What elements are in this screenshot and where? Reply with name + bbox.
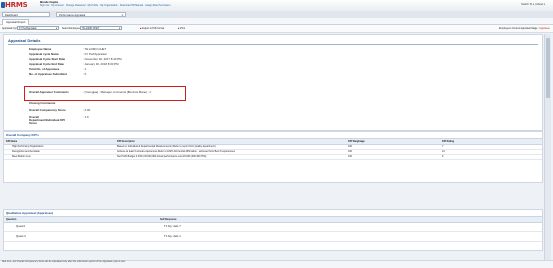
qualitative-appraisal-section: Qualitative Appraisal (Appraisee) Questi… bbox=[3, 209, 543, 251]
sub-tabbar: Appraisal Report bbox=[0, 18, 553, 25]
current-stage-text: Employee's Current Appraisal Stage : App… bbox=[499, 27, 550, 31]
tab-dashboard[interactable]: Dashboard bbox=[2, 12, 50, 17]
employee-select-value: TE AUMO CHET bbox=[82, 28, 100, 31]
detail-value: : 1 bbox=[83, 67, 87, 71]
table-cell: TJ Aty: dels 7 bbox=[164, 224, 181, 228]
page-title: Appraisal Details bbox=[8, 38, 41, 43]
account-links[interactable]: Sign Out · My Account · Change Password … bbox=[40, 4, 170, 7]
table-row: Meet Bottom Line Net Profit Budget 2 30%… bbox=[4, 154, 542, 160]
section-title: Qualitative Appraisal (Appraisee) bbox=[6, 211, 54, 215]
scrollbar-thumb[interactable] bbox=[546, 38, 550, 98]
tab-appraisal-report[interactable]: Appraisal Report bbox=[2, 18, 30, 25]
kpi-table-section: Overall Company KPI's KPI Name KPI Descr… bbox=[3, 131, 543, 183]
employee-select[interactable]: TE AUMO CHET ▾ bbox=[80, 26, 122, 31]
detail-value: : November 20, 2017 8:30 PM bbox=[83, 57, 122, 61]
detail-label: Total No. of Appraisee bbox=[29, 67, 60, 71]
detail-label: Appraisal cycle Name bbox=[29, 52, 59, 56]
tab-label: Performance Appraisal bbox=[59, 14, 86, 17]
employee-label: Select Employee bbox=[62, 26, 80, 30]
table-cell: Quest1 bbox=[16, 224, 26, 228]
detail-value: : TE AUMO CHET bbox=[83, 47, 107, 51]
cycle-select-value: FY PerfAppraisal bbox=[19, 28, 37, 31]
top-right-menu[interactable]: Switch To ▾ | About ▾ bbox=[521, 3, 545, 6]
app-logo: HRMS bbox=[5, 1, 28, 9]
highlight-box bbox=[24, 86, 186, 101]
detail-value: : FY PerfAppraisal bbox=[83, 52, 107, 56]
table-row: Quest1 TJ Aty: dels 7 bbox=[4, 222, 542, 232]
detail-label: Appraisal Cycle Start Date bbox=[29, 57, 66, 61]
detail-label: Closing Comments bbox=[29, 101, 56, 105]
detail-value: : 0.00 bbox=[83, 108, 91, 112]
tab-performance-appraisal[interactable]: Performance Appraisal ✕ bbox=[56, 12, 126, 17]
detail-label: Overall Department/Individual KPI Score bbox=[29, 115, 65, 126]
print-button[interactable]: ■ Print bbox=[178, 27, 185, 31]
cycle-select[interactable]: FY PerfAppraisal ▾ bbox=[17, 26, 59, 31]
current-stage-label: Employee's Current Appraisal Stage : App… bbox=[499, 26, 550, 30]
export-pdf-label: Export to Pdf Format bbox=[142, 26, 165, 30]
detail-label: Employee Name bbox=[29, 47, 52, 51]
user-block: Bindu Gupta Sign Out · My Account · Chan… bbox=[40, 0, 170, 8]
table-cell: Meet Bottom Line bbox=[12, 155, 31, 158]
detail-value: : 1.6 bbox=[83, 115, 89, 119]
status-text: Red Icon, and Overall Competency Score w… bbox=[2, 261, 126, 263]
chevron-down-icon: ▾ bbox=[56, 28, 58, 31]
detail-value: : 0 bbox=[83, 72, 87, 76]
current-stage-value: Appraisee bbox=[539, 26, 550, 30]
table-cell: 100 bbox=[348, 155, 352, 158]
table-cell: 9 bbox=[442, 155, 444, 158]
chevron-down-icon: ▾ bbox=[119, 28, 121, 31]
detail-label: Appraisal Cycle End Date bbox=[29, 62, 65, 66]
export-pdf-button[interactable]: ■ Export to Pdf Format bbox=[140, 27, 164, 31]
table-row: Quest 2 TJ Aty: dels 1 bbox=[4, 232, 542, 242]
detail-label: No. of Appraisee Submitted bbox=[29, 72, 67, 76]
section-title: Overall Company KPI's bbox=[6, 133, 39, 137]
appraisal-details-panel: Appraisal Details Employee Name : TE AUM… bbox=[3, 34, 543, 131]
table-cell: TJ Aty: dels 1 bbox=[164, 234, 181, 238]
tab-label: Dashboard bbox=[5, 14, 18, 17]
filter-bar: Appraisal Cycle FY PerfAppraisal ▾ Selec… bbox=[0, 25, 553, 33]
detail-label: Overall Competency Score bbox=[29, 108, 66, 112]
detail-value: : January 30, 2018 8:30 PM bbox=[83, 62, 119, 66]
print-label: Print bbox=[180, 26, 186, 30]
table-cell: Quest 2 bbox=[16, 234, 26, 238]
vertical-scrollbar[interactable] bbox=[544, 34, 551, 260]
divider bbox=[8, 44, 538, 45]
table-cell: Net Profit Budget 2 30% (32,520,000 Actu… bbox=[117, 155, 207, 158]
